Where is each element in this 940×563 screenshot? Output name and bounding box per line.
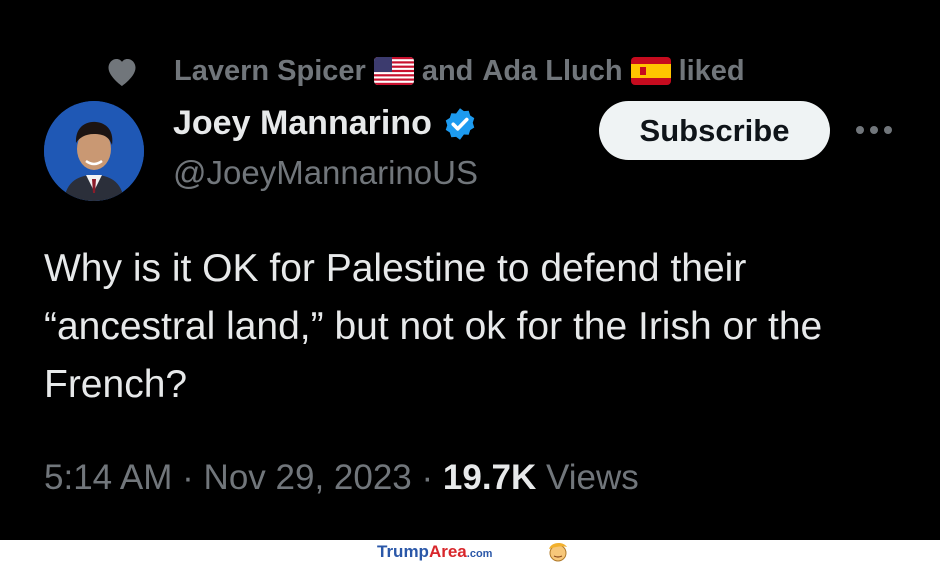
liker-name-1[interactable]: Lavern Spicer <box>174 55 366 88</box>
views-label: Views <box>546 458 639 497</box>
tweet-text: Why is it OK for Palestine to defend the… <box>44 247 823 406</box>
social-connector: and <box>421 54 474 87</box>
logo-trump: Trump <box>377 542 429 561</box>
tweet-card: Lavern Spicer and Ada Lluch liked Joey M… <box>0 0 940 540</box>
liker-name-2[interactable]: Ada Lluch <box>482 55 622 88</box>
trump-face-icon <box>549 543 567 562</box>
tweet-date[interactable]: Nov 29, 2023 <box>204 458 412 497</box>
social-context: Lavern Spicer and Ada Lluch liked <box>104 52 745 90</box>
heart-icon <box>108 59 136 86</box>
author-name[interactable]: Joey Mannarino <box>173 104 432 143</box>
more-options-icon[interactable] <box>852 115 896 145</box>
tweet-time[interactable]: 5:14 AM <box>44 458 172 497</box>
logo-tld: .com <box>466 548 493 560</box>
site-logo: TrumpArea.com <box>377 542 492 562</box>
author-name-row[interactable]: Joey Mannarino <box>173 104 478 143</box>
verified-badge-icon <box>445 107 475 140</box>
views-count[interactable]: 19.7K <box>443 458 536 497</box>
avatar[interactable] <box>44 101 144 201</box>
author-handle[interactable]: @JoeyMannarinoUS <box>173 154 478 192</box>
social-action: liked <box>678 54 745 87</box>
logo-area: Area <box>428 542 467 561</box>
us-flag-icon <box>373 57 414 85</box>
subscribe-button[interactable]: Subscribe <box>599 101 830 160</box>
spain-flag-icon <box>630 57 671 85</box>
meta-separator: · <box>421 458 434 497</box>
meta-separator: · <box>182 458 194 497</box>
tweet-meta: 5:14 AM · Nov 29, 2023 · 19.7K Views <box>44 458 639 498</box>
